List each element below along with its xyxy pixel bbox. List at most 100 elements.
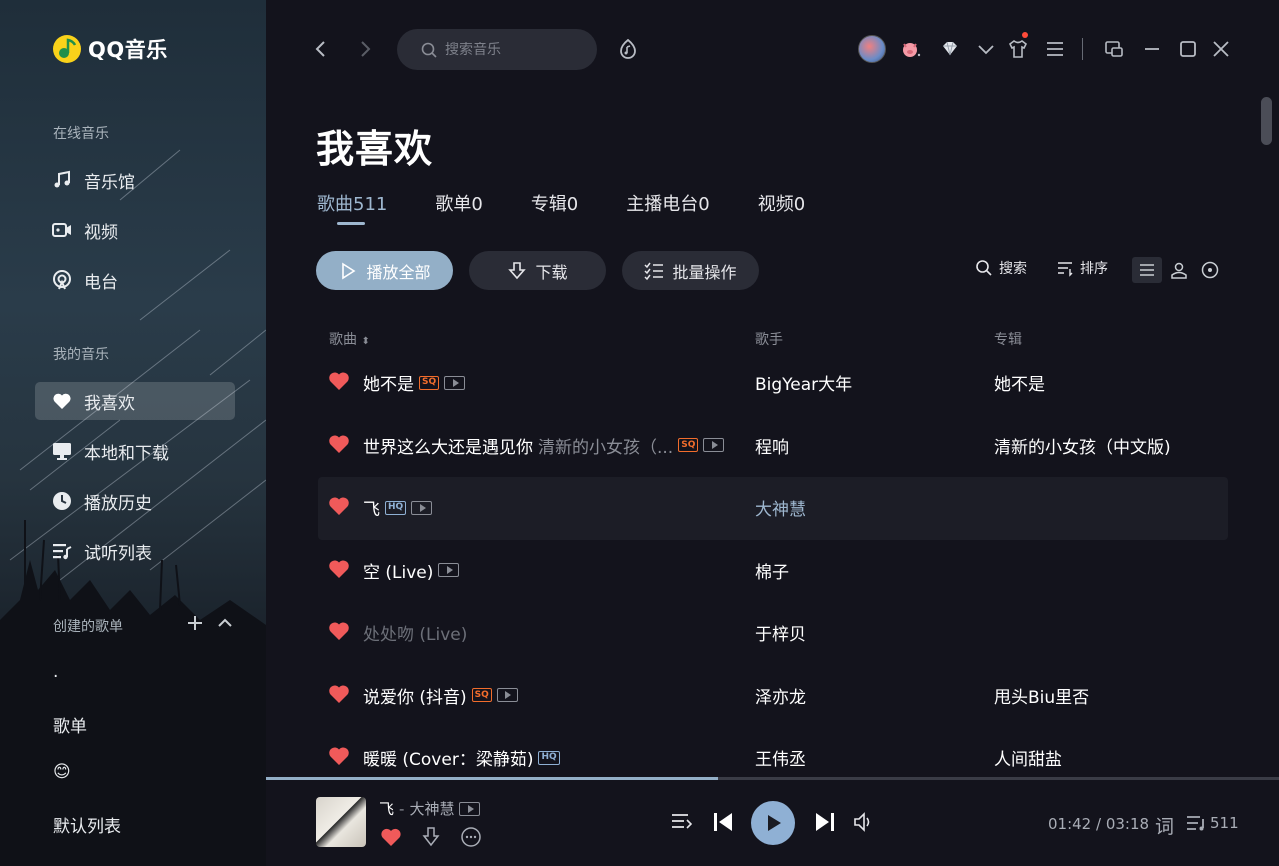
mv-icon[interactable] <box>438 563 460 577</box>
playlist-item[interactable]: . <box>53 662 58 682</box>
tab-playlists[interactable]: 歌单0 <box>435 190 482 216</box>
main-menu-button[interactable] <box>1043 37 1067 61</box>
tab-radio[interactable]: 主播电台0 <box>626 190 709 216</box>
sidebar-item-radio[interactable]: 电台 <box>35 261 235 299</box>
song-artist[interactable]: 于梓贝 <box>755 620 806 645</box>
now-playing-artist[interactable]: 大神慧 <box>409 798 454 819</box>
table-row[interactable]: 空 (Live) 棉子 <box>318 540 1228 603</box>
artist-view-toggle[interactable] <box>1164 257 1194 283</box>
song-title[interactable]: 说爱你 (抖音) <box>363 683 467 708</box>
sidebar-item-favorites[interactable]: 我喜欢 <box>35 382 235 420</box>
level-badge[interactable] <box>899 37 923 61</box>
volume-button[interactable] <box>852 810 876 834</box>
mv-icon[interactable] <box>411 500 433 515</box>
mv-icon[interactable] <box>444 375 466 390</box>
collapse-icon[interactable] <box>216 614 234 632</box>
previous-track-button[interactable] <box>711 810 735 834</box>
liked-heart-icon[interactable] <box>328 434 350 454</box>
search-icon <box>421 42 437 58</box>
liked-heart-icon[interactable] <box>328 621 350 641</box>
liked-heart-icon[interactable] <box>328 371 350 391</box>
sidebar-item-video[interactable]: 视频 <box>35 211 235 249</box>
forward-arrow-icon[interactable] <box>354 38 376 60</box>
song-artist[interactable]: 程响 <box>755 433 789 458</box>
listen-recognize-button[interactable] <box>616 37 640 61</box>
search-box[interactable] <box>397 29 597 70</box>
sidebar-item-trial-list[interactable]: 试听列表 <box>35 532 235 570</box>
lyrics-button[interactable]: 词 <box>1155 812 1174 839</box>
song-artist[interactable]: 泽亦龙 <box>755 683 806 708</box>
song-title[interactable]: 暖暖 (Cover：梁静茹) <box>363 745 533 770</box>
skin-button[interactable] <box>1006 37 1030 61</box>
album-view-toggle[interactable] <box>1195 257 1225 283</box>
table-row[interactable]: 说爱你 (抖音) SQ 泽亦龙 甩头Biu里否 <box>318 665 1228 728</box>
song-artist[interactable]: 大神慧 <box>755 495 806 520</box>
song-album[interactable]: 清新的小女孩（中文版) <box>994 433 1171 458</box>
song-album[interactable]: 人间甜盐 <box>994 745 1062 770</box>
song-title[interactable]: 空 (Live) <box>363 558 433 583</box>
now-playing-song[interactable]: 飞 <box>379 798 394 819</box>
song-title[interactable]: 世界这么大还是遇见你 <box>363 433 533 458</box>
user-avatar[interactable] <box>858 35 886 63</box>
song-album[interactable]: 甩头Biu里否 <box>994 683 1089 708</box>
liked-heart-icon[interactable] <box>328 746 350 766</box>
scrollbar-thumb[interactable] <box>1261 97 1272 145</box>
table-row[interactable]: 暖暖 (Cover：梁静茹) HQ 王伟丞 人间甜盐 <box>318 727 1228 776</box>
song-artist[interactable]: 棉子 <box>755 558 789 583</box>
table-row[interactable]: 处处吻 (Live) 于梓贝 <box>318 602 1228 665</box>
liked-heart-icon[interactable] <box>380 826 402 848</box>
album-cover[interactable] <box>316 797 366 847</box>
minimize-button[interactable] <box>1140 37 1164 61</box>
tab-songs[interactable]: 歌曲511 <box>317 190 387 225</box>
song-album[interactable]: 她不是 <box>994 370 1045 395</box>
playlist-item[interactable]: 歌单 <box>53 712 87 737</box>
table-row[interactable]: 飞 HQ 大神慧 <box>318 477 1228 540</box>
song-title[interactable]: 她不是 <box>363 370 414 395</box>
mini-mode-button[interactable] <box>1102 37 1126 61</box>
play-queue-button[interactable]: 511 <box>1186 813 1239 833</box>
next-track-button[interactable] <box>813 810 837 834</box>
song-title[interactable]: 飞 <box>363 495 380 520</box>
clock-icon <box>53 492 71 510</box>
brand-logo[interactable]: QQ音乐 <box>52 34 168 64</box>
sidebar-item-local-downloads[interactable]: 本地和下载 <box>35 432 235 470</box>
close-button[interactable] <box>1209 37 1233 61</box>
account-dropdown[interactable] <box>974 37 998 61</box>
tab-albums[interactable]: 专辑0 <box>531 190 578 216</box>
download-button[interactable]: 下载 <box>469 251 606 290</box>
sidebar-item-music-hall[interactable]: 音乐馆 <box>35 161 235 199</box>
playlist-item[interactable]: 默认列表 <box>53 812 121 837</box>
liked-heart-icon[interactable] <box>328 684 350 704</box>
table-row[interactable]: 她不是 SQ BigYear大年 她不是 <box>318 352 1228 415</box>
more-icon[interactable] <box>460 826 482 848</box>
table-row[interactable]: 世界这么大还是遇见你 清新的小女孩（... SQ 程响 清新的小女孩（中文版) <box>318 415 1228 478</box>
download-icon[interactable] <box>420 826 442 848</box>
list-search-button[interactable]: 搜索 <box>975 258 1027 278</box>
tab-videos[interactable]: 视频0 <box>758 190 805 216</box>
song-artist[interactable]: BigYear大年 <box>755 370 852 395</box>
liked-heart-icon[interactable] <box>328 559 350 579</box>
mv-icon[interactable] <box>703 438 725 452</box>
playlist-item[interactable]: 😊 <box>53 762 71 782</box>
song-artist[interactable]: 王伟丞 <box>755 745 806 770</box>
liked-heart-icon[interactable] <box>328 496 350 516</box>
maximize-button[interactable] <box>1176 37 1200 61</box>
play-icon <box>768 815 781 831</box>
song-title[interactable]: 处处吻 (Live) <box>363 620 467 645</box>
sort-button[interactable]: 排序 <box>1056 258 1108 278</box>
music-note-icon <box>54 170 70 188</box>
list-view-toggle[interactable] <box>1132 257 1162 283</box>
brand-name: QQ音乐 <box>88 38 168 62</box>
mv-icon[interactable] <box>496 688 518 702</box>
play-all-button[interactable]: 播放全部 <box>316 251 453 290</box>
play-mode-button[interactable] <box>670 810 692 832</box>
mv-icon[interactable] <box>459 801 481 816</box>
column-song[interactable]: 歌曲 ⬍ <box>329 329 370 349</box>
vip-badge[interactable] <box>938 37 962 61</box>
sidebar-item-history[interactable]: 播放历史 <box>35 482 235 520</box>
add-playlist-icon[interactable] <box>186 614 204 632</box>
batch-operation-button[interactable]: 批量操作 <box>622 251 759 290</box>
play-pause-button[interactable] <box>751 801 795 845</box>
back-arrow-icon[interactable] <box>310 38 332 60</box>
search-input[interactable] <box>445 41 575 58</box>
